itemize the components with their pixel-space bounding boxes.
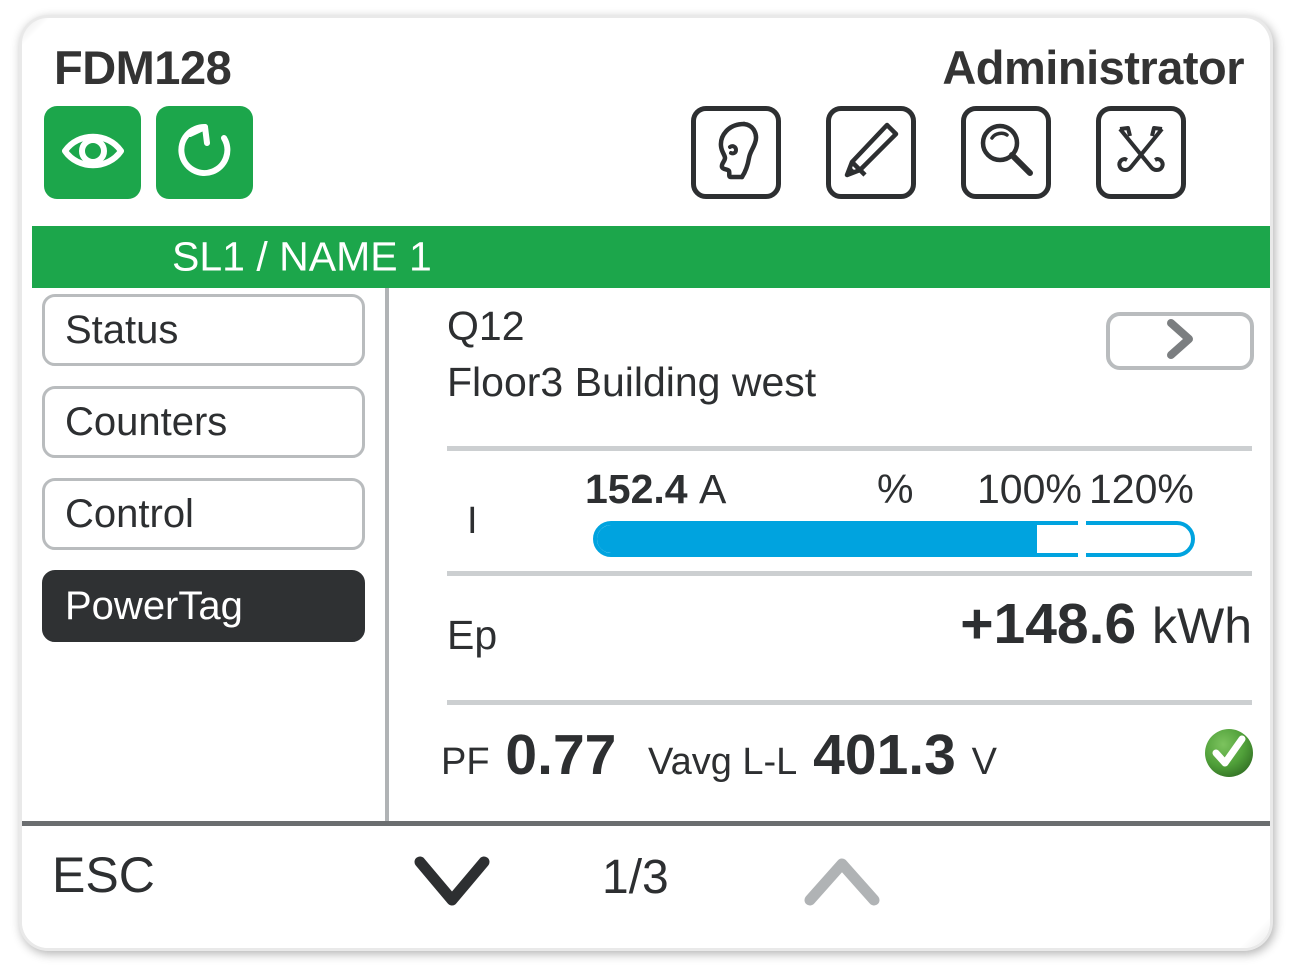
chevron-down-icon — [412, 856, 492, 914]
device-description: Floor3 Building west — [447, 359, 817, 405]
escape-button[interactable]: ESC — [52, 846, 155, 904]
voltage-value: 401.3 — [813, 723, 956, 787]
current-gauge-track — [593, 521, 1195, 557]
profile-button[interactable] — [691, 106, 781, 199]
sidebar-item-counters[interactable]: Counters — [42, 386, 365, 458]
eye-icon — [60, 124, 126, 181]
search-button[interactable] — [961, 106, 1051, 199]
status-badge — [1204, 728, 1254, 778]
refresh-button[interactable] — [156, 106, 253, 199]
pf-voltage-group: PF 0.77 Vavg L-L 401.3 V — [441, 722, 997, 788]
pf-label: PF — [441, 741, 490, 783]
device-name: Q12 — [447, 303, 525, 349]
tools-button[interactable] — [1096, 106, 1186, 199]
breadcrumb: SL1 / NAME 1 — [172, 233, 432, 280]
scroll-down-button[interactable] — [412, 854, 492, 910]
energy-value-group: +148.6 kWh — [960, 591, 1252, 657]
view-button[interactable] — [44, 106, 141, 199]
edit-button[interactable] — [826, 106, 916, 199]
scroll-up-button[interactable] — [802, 856, 882, 908]
energy-label: Ep — [447, 612, 498, 658]
pf-value: 0.77 — [505, 723, 617, 787]
energy-value: +148.6 — [960, 592, 1137, 656]
current-label: I — [467, 500, 478, 542]
top-header: FDM128 Administrator — [22, 18, 1270, 214]
power-factor-row: PF 0.77 Vavg L-L 401.3 V — [389, 700, 1270, 821]
current-row: I 152.4 A % 100% 120% — [389, 446, 1270, 571]
pencil-icon — [840, 119, 902, 186]
refresh-icon — [174, 119, 236, 186]
wrench-hammer-icon — [1111, 120, 1171, 185]
device-screen: FDM128 Administrator SL1 / NAME 1 Status… — [22, 18, 1270, 948]
current-gauge-fill — [597, 525, 1037, 553]
energy-unit: kWh — [1152, 598, 1252, 654]
voltage-unit: V — [971, 741, 998, 783]
magnifier-icon — [976, 120, 1036, 185]
sidebar-item-control[interactable]: Control — [42, 478, 365, 550]
energy-row: Ep +148.6 kWh — [389, 571, 1270, 700]
sidebar-item-status[interactable]: Status — [42, 294, 365, 366]
page-title: FDM128 — [54, 41, 232, 94]
body-area: Status Counters Control PowerTag Q12 Flo… — [22, 288, 1270, 821]
tick-label-100: 100% — [977, 466, 1082, 512]
sidebar: Status Counters Control PowerTag — [22, 288, 385, 821]
current-value-group: 152.4 A — [585, 466, 726, 513]
chevron-up-icon — [802, 858, 882, 912]
content-panel: Q12 Floor3 Building west I 152.4 A % 100… — [389, 288, 1270, 821]
breadcrumb-band: SL1 / NAME 1 — [32, 226, 1270, 288]
percent-symbol: % — [877, 466, 914, 512]
page-indicator: 1/3 — [602, 851, 669, 904]
next-button[interactable] — [1106, 312, 1254, 370]
current-value: 152.4 — [585, 466, 688, 512]
voltage-label: Vavg L-L — [648, 741, 798, 783]
chevron-right-icon — [1163, 317, 1197, 366]
tick-label-120: 120% — [1089, 466, 1194, 512]
head-profile-icon — [710, 119, 762, 186]
gauge-tick-100 — [1078, 515, 1086, 563]
footer-bar: ESC 1/3 — [22, 826, 1270, 948]
sidebar-item-powertag[interactable]: PowerTag — [42, 570, 365, 642]
user-role-label: Administrator — [942, 41, 1244, 94]
current-unit: A — [699, 466, 727, 512]
